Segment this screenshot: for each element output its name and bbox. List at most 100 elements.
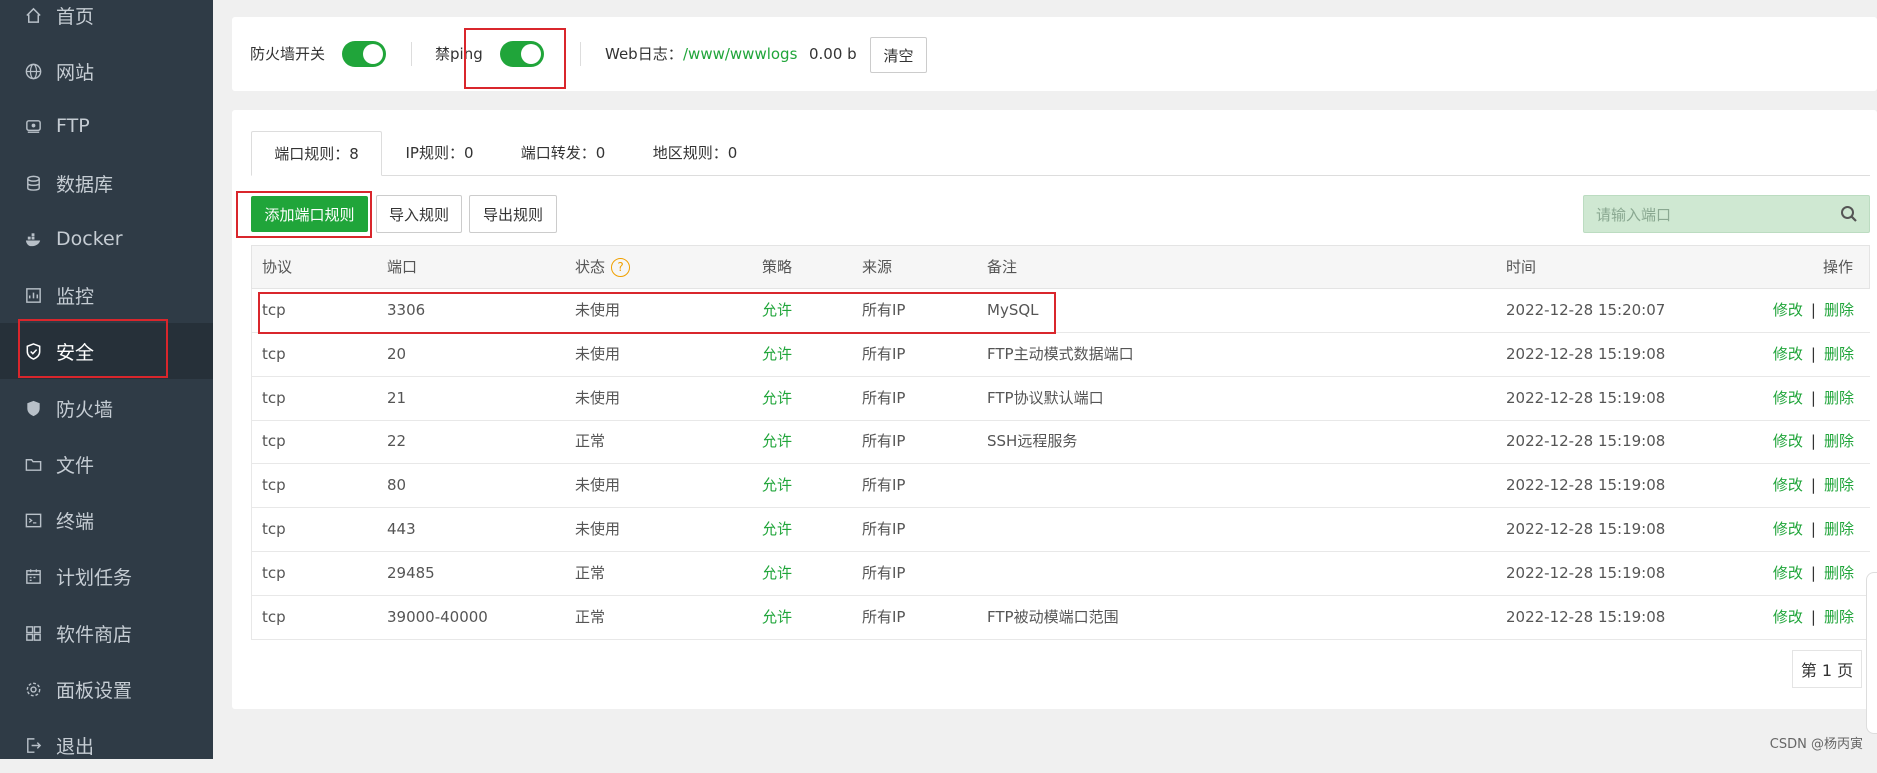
- sidebar-item-ftp[interactable]: FTP: [0, 98, 213, 154]
- sidebar-item-terminal[interactable]: 终端: [0, 492, 213, 548]
- firewall-settings-card: 防火墙开关 禁ping Web日志： /www/wwwlogs 0.00 b 清…: [232, 17, 1877, 91]
- database-icon: [22, 172, 44, 194]
- edit-link[interactable]: 修改: [1773, 389, 1803, 407]
- export-rules-button[interactable]: 导出规则: [469, 195, 557, 233]
- cell-status: 正常: [575, 432, 606, 451]
- docker-icon: [22, 228, 44, 250]
- cell-time: 2022-12-28 15:19:08: [1506, 344, 1666, 363]
- cell-actions: 修改 | 删除: [1773, 464, 1854, 507]
- cell-remark: SSH远程服务: [987, 432, 1078, 451]
- action-separator: |: [1810, 388, 1816, 407]
- cell-actions: 修改 | 删除: [1773, 377, 1854, 420]
- col-status: 状态?: [575, 246, 631, 289]
- delete-link[interactable]: 删除: [1824, 389, 1854, 407]
- table-row: tcp 80 未使用 允许 所有IP 2022-12-28 15:19:08 修改 | 删除: [251, 464, 1870, 509]
- cell-protocol: tcp: [262, 520, 286, 538]
- port-search: [1583, 195, 1870, 234]
- tab-port-rules[interactable]: 端口规则：8: [251, 131, 382, 176]
- search-icon[interactable]: [1839, 204, 1859, 224]
- table-row: tcp 21 未使用 允许 所有IP FTP协议默认端口 2022-12-28 15:19:…: [251, 376, 1870, 421]
- delete-link[interactable]: 删除: [1824, 301, 1854, 319]
- sidebar-item-cron[interactable]: 计划任务: [0, 548, 213, 604]
- delete-link[interactable]: 删除: [1824, 345, 1854, 363]
- table-row: tcp 22 正常 允许 所有IP SSH远程服务 2022-12-28 15:19:08 修…: [251, 420, 1870, 465]
- divider: [580, 42, 581, 66]
- sidebar-item-docker[interactable]: Docker: [0, 211, 213, 267]
- delete-link[interactable]: 删除: [1824, 608, 1854, 626]
- sidebar-item-database[interactable]: 数据库: [0, 155, 213, 211]
- edit-link[interactable]: 修改: [1773, 608, 1803, 626]
- sidebar-item-firewall[interactable]: 防火墙: [0, 380, 213, 436]
- delete-link[interactable]: 删除: [1824, 564, 1854, 582]
- cell-actions: 修改 | 删除: [1773, 289, 1854, 332]
- cell-source: 所有IP: [862, 607, 906, 626]
- action-separator: |: [1810, 301, 1816, 319]
- cell-port: 20: [387, 344, 407, 363]
- help-question-icon[interactable]: ?: [611, 258, 631, 277]
- add-port-rule-button[interactable]: 添加端口规则: [251, 196, 368, 232]
- import-rules-button[interactable]: 导入规则: [376, 195, 462, 233]
- col-protocol: 协议: [262, 258, 293, 276]
- cell-source: 所有IP: [862, 476, 906, 495]
- cell-policy: 允许: [762, 520, 793, 538]
- cell-protocol: tcp: [262, 344, 286, 363]
- cell-actions: 修改 | 删除: [1773, 596, 1854, 639]
- edit-link[interactable]: 修改: [1773, 345, 1803, 363]
- cell-remark: MySQL: [987, 301, 1039, 319]
- sidebar-item-home[interactable]: 首页: [0, 0, 213, 43]
- tab-region-rules[interactable]: 地区规则：0: [640, 131, 750, 176]
- cell-protocol: tcp: [262, 563, 286, 582]
- folder-icon: [22, 453, 44, 475]
- clear-log-button[interactable]: 清空: [870, 37, 927, 73]
- cell-status: 未使用: [575, 476, 621, 495]
- cell-source: 所有IP: [862, 388, 906, 407]
- cell-source: 所有IP: [862, 301, 906, 319]
- tab-port-forward[interactable]: 端口转发：0: [508, 131, 618, 176]
- cell-port: 21: [387, 388, 407, 407]
- sidebar-item-security[interactable]: 安全: [0, 323, 213, 379]
- delete-link[interactable]: 删除: [1824, 520, 1854, 538]
- gear-icon: [22, 678, 44, 700]
- cell-policy: 允许: [762, 476, 793, 495]
- cell-port: 29485: [387, 563, 435, 582]
- cell-port: 80: [387, 476, 407, 495]
- sidebar-item-label: 网站: [56, 61, 95, 84]
- cell-source: 所有IP: [862, 344, 906, 363]
- ping-toggle[interactable]: [500, 41, 544, 67]
- apps-icon: [22, 622, 44, 644]
- delete-link[interactable]: 删除: [1824, 432, 1854, 450]
- cell-policy: 允许: [762, 563, 793, 582]
- port-search-input[interactable]: [1584, 196, 1838, 234]
- edit-link[interactable]: 修改: [1773, 301, 1803, 319]
- action-separator: |: [1810, 344, 1816, 363]
- sidebar-item-settings[interactable]: 面板设置: [0, 661, 213, 717]
- sidebar-item-logout[interactable]: 退出: [0, 717, 213, 773]
- edit-link[interactable]: 修改: [1773, 520, 1803, 538]
- sidebar-item-label: FTP: [56, 115, 90, 137]
- sidebar-item-label: 退出: [56, 735, 95, 758]
- sidebar-item-label: Docker: [56, 228, 123, 250]
- firewall-toggle[interactable]: [342, 41, 386, 67]
- table-row: tcp 443 未使用 允许 所有IP 2022-12-28 15:19:08 修改 | 删除: [251, 508, 1870, 552]
- tab-ip-rules[interactable]: IP规则：0: [392, 131, 487, 176]
- cell-source: 所有IP: [862, 432, 906, 451]
- weblog-path-link[interactable]: /www/wwwlogs: [683, 17, 797, 91]
- pagination-current-page[interactable]: 第 1 页: [1792, 650, 1862, 688]
- sidebar-item-files[interactable]: 文件: [0, 436, 213, 492]
- table-row: tcp 3306 未使用 允许 所有IP MySQL 2022-12-28 15:20:07…: [251, 289, 1870, 333]
- sidebar-item-label: 监控: [56, 285, 95, 308]
- floating-tab[interactable]: [1866, 572, 1877, 734]
- sidebar-item-store[interactable]: 软件商店: [0, 605, 213, 661]
- delete-link[interactable]: 删除: [1824, 476, 1854, 494]
- table-row: tcp 29485 正常 允许 所有IP 2022-12-28 15:19:08 修改 | 删除: [251, 551, 1870, 596]
- sidebar-item-monitor[interactable]: 监控: [0, 267, 213, 323]
- edit-link[interactable]: 修改: [1773, 564, 1803, 582]
- edit-link[interactable]: 修改: [1773, 432, 1803, 450]
- sidebar-item-website[interactable]: 网站: [0, 43, 213, 99]
- cell-remark: FTP主动模式数据端口: [987, 344, 1134, 363]
- edit-link[interactable]: 修改: [1773, 476, 1803, 494]
- cell-port: 22: [387, 432, 407, 451]
- cell-status: 正常: [575, 607, 606, 626]
- cell-status: 正常: [575, 563, 606, 582]
- sidebar: 首页 网站 FTP 数据库 Docker 监控 安全 防火墙 文件 终端 计划任…: [0, 0, 213, 759]
